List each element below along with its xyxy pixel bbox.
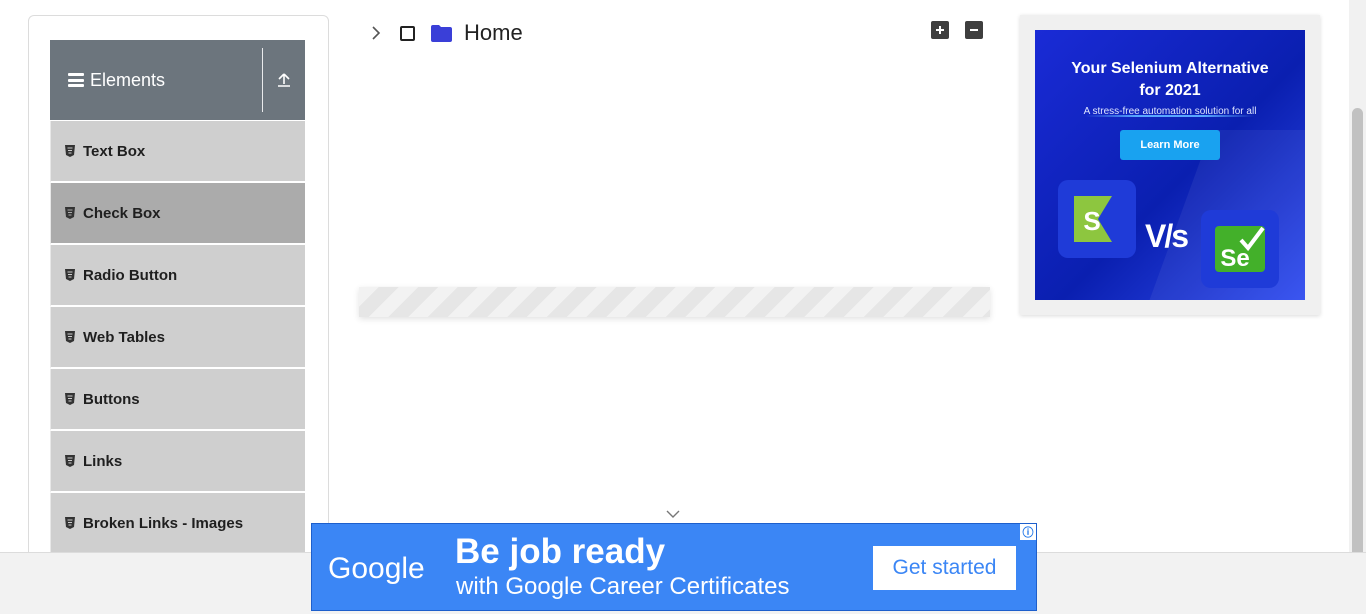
- menu-item-text-box[interactable]: Text Box: [50, 121, 305, 183]
- menu-item-label: Text Box: [83, 142, 146, 160]
- menu-item-broken-links[interactable]: Broken Links - Images: [50, 493, 305, 555]
- html5-icon: [65, 517, 75, 529]
- ad-subtitle: A stress-free automation solution for al…: [1083, 106, 1257, 117]
- html5-icon: [65, 455, 75, 467]
- collapse-all-button[interactable]: [965, 21, 983, 39]
- menu-item-buttons[interactable]: Buttons: [50, 369, 305, 431]
- expand-all-button[interactable]: [931, 21, 949, 39]
- elements-group-header[interactable]: Elements: [50, 40, 305, 120]
- menu-item-label: Check Box: [83, 204, 161, 222]
- expand-toggle[interactable]: [368, 25, 384, 41]
- html5-icon: [65, 269, 75, 281]
- html5-icon: [65, 331, 75, 343]
- html5-icon: [65, 145, 75, 157]
- google-brand: Google: [328, 552, 425, 585]
- menu-item-web-tables[interactable]: Web Tables: [50, 307, 305, 369]
- upload-arrow-icon: [278, 73, 290, 87]
- chevron-down-icon[interactable]: [666, 508, 680, 520]
- ad-subline: with Google Career Certificates: [456, 573, 790, 600]
- scrollbar-thumb[interactable]: [1352, 108, 1363, 608]
- collapse-group-button[interactable]: [263, 40, 305, 120]
- logo-letter: Se: [1220, 245, 1249, 272]
- group-title: Elements: [90, 69, 166, 90]
- learn-more-button[interactable]: Learn More: [1120, 130, 1220, 160]
- html5-icon: [65, 393, 75, 405]
- tree-node-home: Home: [368, 18, 523, 48]
- menu-item-label: Links: [83, 452, 123, 470]
- side-ad[interactable]: Your Selenium Alternative for 2021 A str…: [1020, 15, 1320, 315]
- ad-title: Your Selenium Alternative for 2021: [1071, 60, 1269, 99]
- html5-icon: [65, 207, 75, 219]
- menu-item-check-box[interactable]: Check Box: [50, 183, 305, 245]
- elements-menu: Text Box Check Box Radio Button Web Tabl…: [50, 121, 305, 555]
- menu-item-label: Web Tables: [83, 328, 165, 346]
- selenium-logo-icon: Se: [1201, 210, 1279, 288]
- side-ad-creative[interactable]: Your Selenium Alternative for 2021 A str…: [1035, 30, 1305, 300]
- ad-headline: Be job ready: [455, 532, 666, 571]
- minus-icon: [970, 29, 978, 31]
- chevron-right-icon: [372, 26, 381, 40]
- katalon-logo-icon: S: [1058, 180, 1136, 258]
- menu-item-radio-button[interactable]: Radio Button: [50, 245, 305, 307]
- menu-item-label: Buttons: [83, 390, 140, 408]
- plus-icon: [936, 26, 944, 34]
- left-panel: Elements Text Box Check Box Radio Button…: [28, 15, 329, 577]
- logo-letter: S: [1083, 206, 1100, 236]
- page-scrollbar[interactable]: [1349, 0, 1366, 613]
- menu-item-label: Broken Links - Images: [83, 514, 244, 532]
- google-career-ad[interactable]: Google Be job ready with Google Career C…: [311, 523, 1037, 611]
- folder-icon: [431, 24, 452, 42]
- header-divider: [262, 48, 263, 112]
- get-started-button[interactable]: Get started: [873, 546, 1016, 590]
- menu-item-label: Radio Button: [83, 266, 178, 284]
- ad-info-icon[interactable]: ⓘ: [1020, 524, 1036, 540]
- tree-node-label[interactable]: Home: [464, 20, 523, 46]
- menu-icon: [68, 73, 84, 87]
- home-checkbox[interactable]: [400, 25, 415, 41]
- versus-text: V/s: [1145, 218, 1189, 254]
- ad-banner-placeholder: [359, 287, 990, 317]
- menu-item-links[interactable]: Links: [50, 431, 305, 493]
